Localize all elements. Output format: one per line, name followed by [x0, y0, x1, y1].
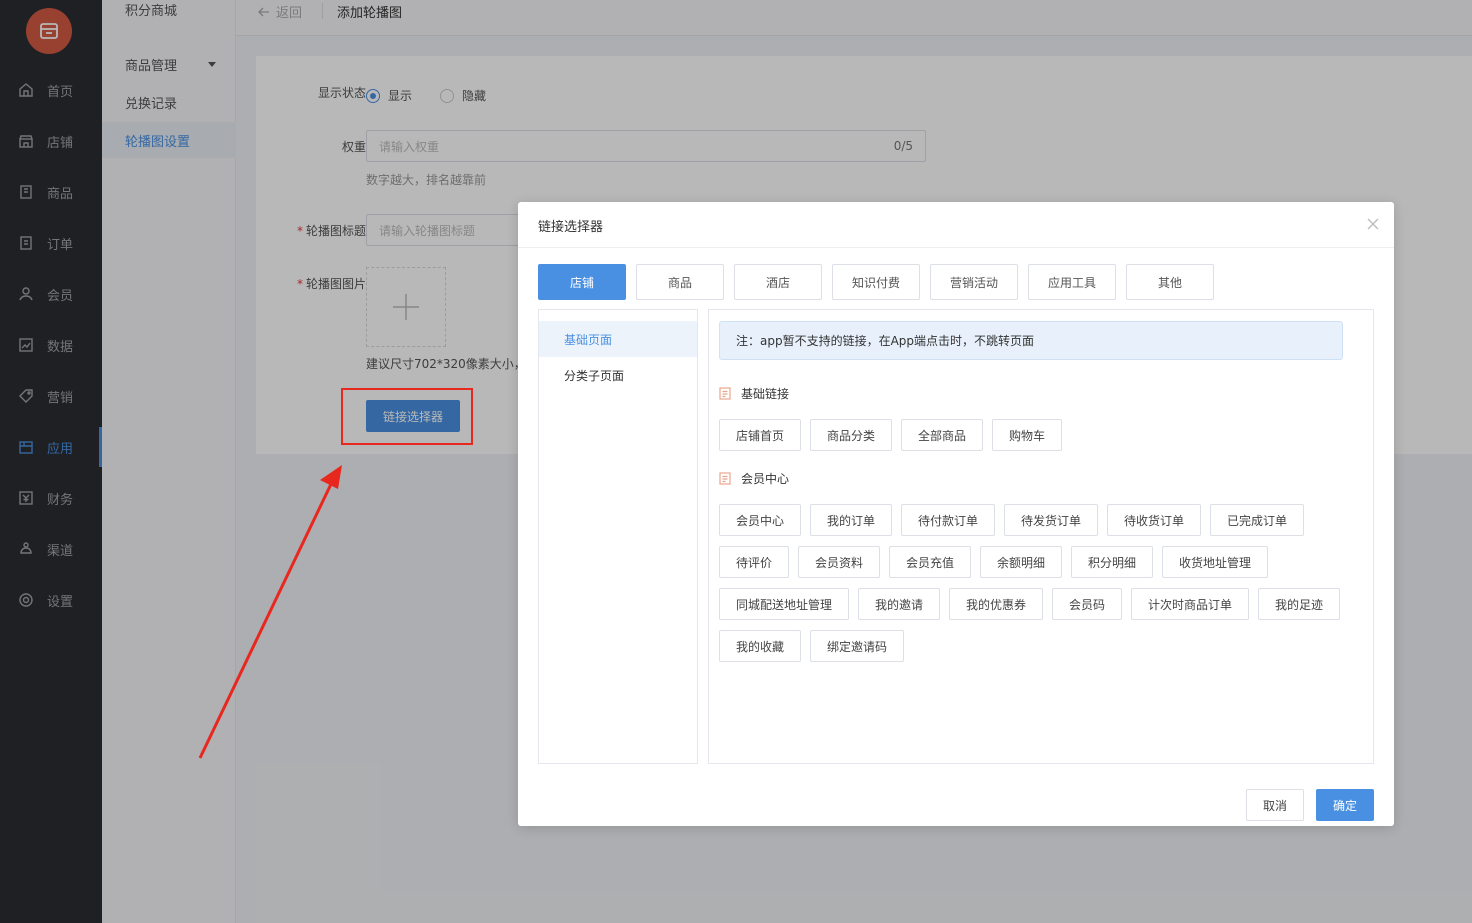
tab-tools[interactable]: 应用工具 [1028, 264, 1116, 300]
link-chip[interactable]: 我的优惠券 [949, 588, 1043, 620]
link-chip[interactable]: 待发货订单 [1004, 504, 1098, 536]
link-chip[interactable]: 待评价 [719, 546, 789, 578]
confirm-button[interactable]: 确定 [1316, 789, 1374, 821]
section-title: 基础链接 [741, 387, 790, 401]
link-chip[interactable]: 收货地址管理 [1162, 546, 1268, 578]
tab-goods[interactable]: 商品 [636, 264, 724, 300]
list-item-basic-pages[interactable]: 基础页面 [539, 321, 697, 357]
link-chip[interactable]: 商品分类 [810, 419, 892, 451]
tab-other[interactable]: 其他 [1126, 264, 1214, 300]
link-chip[interactable]: 积分明细 [1071, 546, 1153, 578]
tab-shop[interactable]: 店铺 [538, 264, 626, 300]
link-chip[interactable]: 会员资料 [798, 546, 880, 578]
tab-hotel[interactable]: 酒店 [734, 264, 822, 300]
link-chip[interactable]: 余额明细 [980, 546, 1062, 578]
dialog-title: 链接选择器 [538, 220, 604, 235]
dialog-header: 链接选择器 [518, 202, 1394, 248]
link-chip[interactable]: 购物车 [992, 419, 1062, 451]
link-chip[interactable]: 已完成订单 [1210, 504, 1304, 536]
document-icon [719, 472, 731, 485]
link-chip[interactable]: 计次时商品订单 [1131, 588, 1249, 620]
page-type-list: 基础页面 分类子页面 [538, 309, 698, 764]
link-chip[interactable]: 同城配送地址管理 [719, 588, 849, 620]
link-chip[interactable]: 会员码 [1052, 588, 1122, 620]
link-chip[interactable]: 我的收藏 [719, 630, 801, 662]
section-title: 会员中心 [741, 472, 790, 486]
link-options-panel: 注：app暂不支持的链接，在App端点击时，不跳转页面 基础链接 店铺首页 商品… [708, 309, 1374, 764]
link-chip[interactable]: 店铺首页 [719, 419, 801, 451]
link-chip[interactable]: 绑定邀请码 [810, 630, 904, 662]
link-chip[interactable]: 全部商品 [901, 419, 983, 451]
tab-marketing[interactable]: 营销活动 [930, 264, 1018, 300]
notice-banner: 注：app暂不支持的链接，在App端点击时，不跳转页面 [719, 321, 1343, 360]
link-chip[interactable]: 会员充值 [889, 546, 971, 578]
link-chip[interactable]: 我的订单 [810, 504, 892, 536]
tab-knowledge[interactable]: 知识付费 [832, 264, 920, 300]
link-chip[interactable]: 待收货订单 [1107, 504, 1201, 536]
link-chip[interactable]: 我的足迹 [1258, 588, 1340, 620]
link-chip[interactable]: 我的邀请 [858, 588, 940, 620]
cancel-button[interactable]: 取消 [1246, 789, 1304, 821]
close-icon[interactable] [1366, 217, 1380, 231]
document-icon [719, 387, 731, 400]
link-selector-dialog: 链接选择器 店铺 商品 酒店 知识付费 营销活动 应用工具 其他 基础页面 分类… [518, 202, 1394, 826]
link-chip[interactable]: 会员中心 [719, 504, 801, 536]
list-item-category-pages[interactable]: 分类子页面 [539, 357, 697, 393]
section-member-center: 会员中心 [719, 470, 789, 487]
section-basic-links: 基础链接 [719, 385, 789, 402]
link-chip[interactable]: 待付款订单 [901, 504, 995, 536]
